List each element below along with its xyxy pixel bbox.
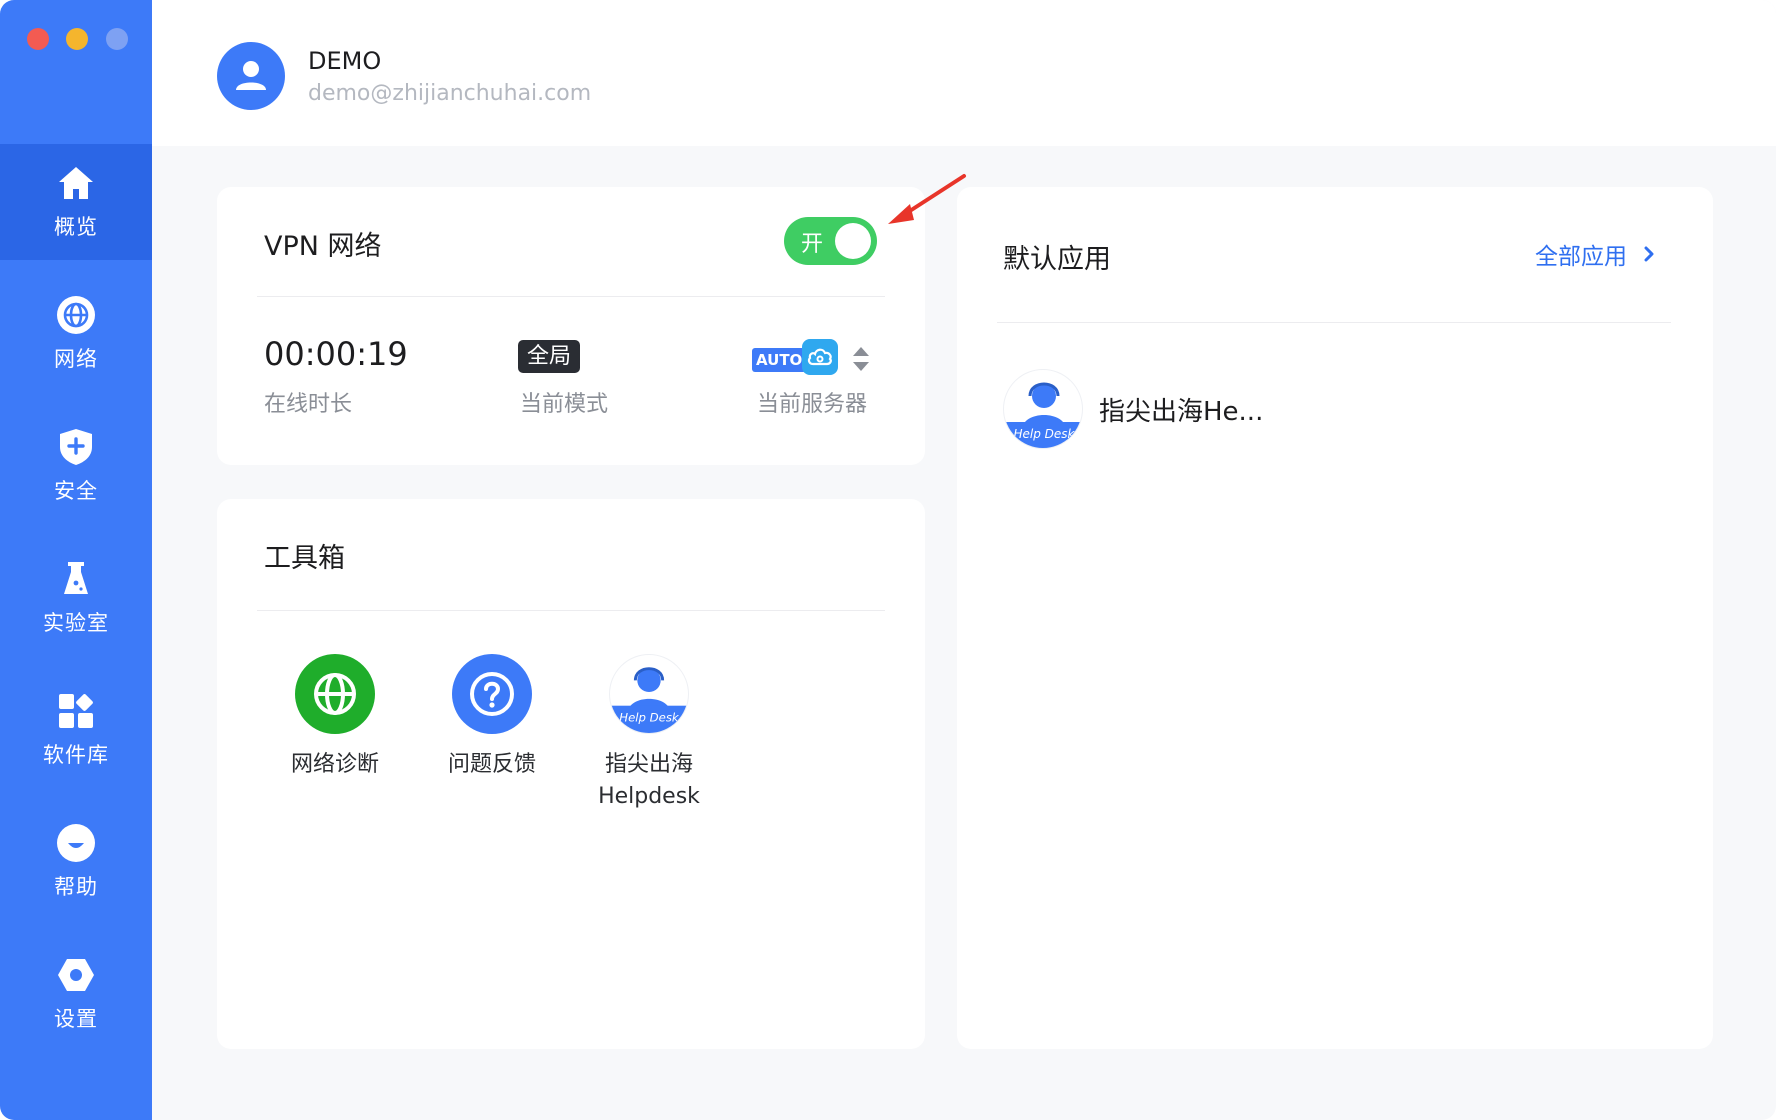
all-apps-link[interactable]: 全部应用 [1535,237,1661,271]
divider [997,322,1671,323]
zoom-window-button[interactable] [106,28,128,50]
toolbox-card-title: 工具箱 [264,543,345,574]
helpdesk-badge-text: Help Desk [619,710,680,724]
vpn-toggle-label: 开 [801,232,824,257]
close-window-button[interactable] [27,28,49,50]
user-email: demo@zhijianchuhai.com [308,81,592,106]
user-header: DEMO demo@zhijianchuhai.com [152,0,1776,146]
shield-icon [60,429,92,465]
globe-icon [57,296,95,334]
sidebar-item-overview[interactable]: 概览 [0,144,152,260]
helpdesk-icon: Help Desk [1003,369,1083,449]
vpn-card-title: VPN 网络 [264,231,382,262]
server-cloud-button[interactable] [802,339,838,375]
default-apps-title: 默认应用 [1003,244,1111,275]
feedback-question-icon [452,654,532,734]
user-name: DEMO [308,47,382,75]
sidebar-item-label: 设置 [54,1007,98,1031]
server-switch-icon[interactable] [850,344,872,374]
vpn-toggle-knob [835,223,871,259]
app-name: 指尖出海He... [1099,396,1264,427]
divider [257,296,885,297]
tool-helpdesk[interactable]: Help Desk 指尖出海 Helpdesk [589,654,709,813]
sidebar-item-label: 帮助 [54,875,98,899]
chevron-right-icon [1644,246,1654,262]
vpn-toggle[interactable]: 开 [784,217,877,265]
helpdesk-icon: Help Desk [609,654,689,734]
sidebar-item-label: 网络 [54,347,98,371]
tool-feedback[interactable]: 问题反馈 [432,654,552,781]
cloud-icon [807,348,832,366]
tool-label: 问题反馈 [447,752,536,777]
sidebar-item-label: 软件库 [43,743,109,767]
sidebar-item-security[interactable]: 安全 [0,408,152,524]
app-item-helpdesk[interactable]: Help Desk 指尖出海He... [1003,369,1263,449]
mode-badge[interactable]: 全局 [518,340,581,373]
tool-network-diagnose[interactable]: 网络诊断 [275,654,395,781]
minimize-window-button[interactable] [66,28,88,50]
sidebar-item-label: 概览 [54,215,98,239]
avatar[interactable] [217,42,285,110]
online-duration-value: 00:00:19 [264,335,408,373]
annotation-arrow-icon [888,174,966,224]
tool-label: 网络诊断 [290,752,379,777]
tool-label: 指尖出海 Helpdesk [598,752,700,809]
helpdesk-badge-text: Help Desk [1014,427,1076,441]
default-apps-card: 默认应用 全部应用 Help Desk 指尖出海He... [957,187,1713,1049]
apps-grid-icon [59,694,93,728]
mode-label: 当前模式 [520,392,609,417]
all-apps-link-label: 全部应用 [1535,244,1627,270]
smiley-icon [57,824,95,862]
sidebar-item-settings[interactable]: 设置 [0,936,152,1052]
sidebar-item-label: 安全 [54,479,98,503]
sidebar-item-network[interactable]: 网络 [0,276,152,392]
sidebar-item-lab[interactable]: 实验室 [0,540,152,656]
sidebar-item-label: 实验室 [43,611,109,635]
app-window: 概览 网络 安全 实验室 软件库 帮助 设置 DEMO demo@zhijian… [0,0,1776,1120]
server-auto-badge: AUTO [752,348,807,372]
sidebar-item-help[interactable]: 帮助 [0,804,152,920]
network-diagnose-icon [295,654,375,734]
home-icon [59,167,93,199]
user-icon [236,61,266,90]
sidebar-item-software[interactable]: 软件库 [0,672,152,788]
divider [257,610,885,611]
server-label: 当前服务器 [757,392,868,417]
flask-icon [64,562,88,594]
settings-hexagon-icon [58,959,94,991]
vpn-card: VPN 网络 开 00:00:19 在线时长 全局 当前模式 AUTO 当前服务… [217,187,925,465]
sidebar: 概览 网络 安全 实验室 软件库 帮助 设置 [0,0,152,1120]
toolbox-card: 工具箱 网络诊断 问题反馈 Help Desk 指尖出海 Helpdesk [217,499,925,1049]
online-duration-label: 在线时长 [264,392,353,417]
